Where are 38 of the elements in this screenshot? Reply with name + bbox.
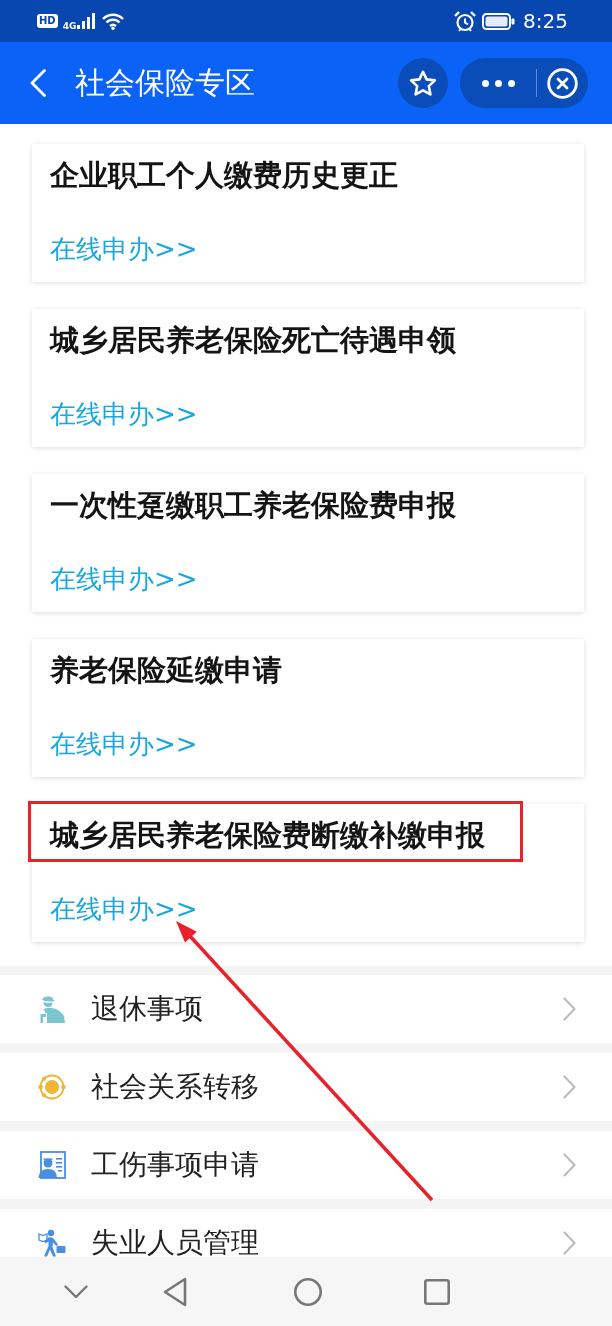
- close-icon: [547, 67, 578, 99]
- service-title: 一次性趸缴职工养老保险费申报: [50, 490, 456, 520]
- battery-icon: [482, 12, 516, 30]
- chevron-right-icon: [563, 1075, 576, 1099]
- service-title: 养老保险延缴申请: [50, 655, 282, 685]
- service-title: 城乡居民养老保险死亡待遇申领: [50, 325, 456, 355]
- clock-time: 8:25: [523, 9, 568, 33]
- more-icon: [481, 79, 515, 87]
- apply-online-link[interactable]: 在线申办>>: [50, 234, 198, 264]
- chevron-right-icon: [563, 997, 576, 1021]
- id-card-icon: [38, 1151, 66, 1179]
- menu-item[interactable]: 退休事项: [0, 975, 612, 1043]
- apply-online-link[interactable]: 在线申办>>: [50, 894, 198, 924]
- network-type-label: 4G: [62, 21, 77, 31]
- hd-indicator: HD: [37, 14, 58, 28]
- apply-online-link[interactable]: 在线申办>>: [50, 399, 198, 429]
- menu-item[interactable]: 失业人员管理: [0, 1209, 612, 1257]
- chevron-down-icon[interactable]: [64, 1284, 88, 1299]
- recent-apps-icon[interactable]: [424, 1278, 450, 1305]
- star-icon: [409, 69, 437, 97]
- alarm-icon: [454, 10, 477, 32]
- apply-online-link[interactable]: 在线申办>>: [50, 729, 198, 759]
- menu-item[interactable]: 社会关系转移: [0, 1053, 612, 1121]
- chevron-right-icon: [563, 1153, 576, 1177]
- wifi-icon: [102, 12, 125, 30]
- page-title: 社会保险专区: [75, 65, 255, 101]
- back-icon[interactable]: [163, 1276, 187, 1307]
- service-title: 城乡居民养老保险费断缴补缴申报: [50, 820, 485, 850]
- signal-icon: [77, 13, 96, 29]
- menu-item[interactable]: 工伤事项申请: [0, 1131, 612, 1199]
- apply-online-link[interactable]: 在线申办>>: [50, 564, 198, 594]
- service-title: 企业职工个人缴费历史更正: [50, 160, 398, 190]
- home-icon[interactable]: [294, 1277, 322, 1306]
- orbit-icon: [38, 1073, 66, 1101]
- favorite-button[interactable]: [398, 58, 448, 108]
- walking-person-icon: [38, 1229, 66, 1257]
- person-icon: [38, 995, 66, 1023]
- chevron-right-icon: [563, 1231, 576, 1255]
